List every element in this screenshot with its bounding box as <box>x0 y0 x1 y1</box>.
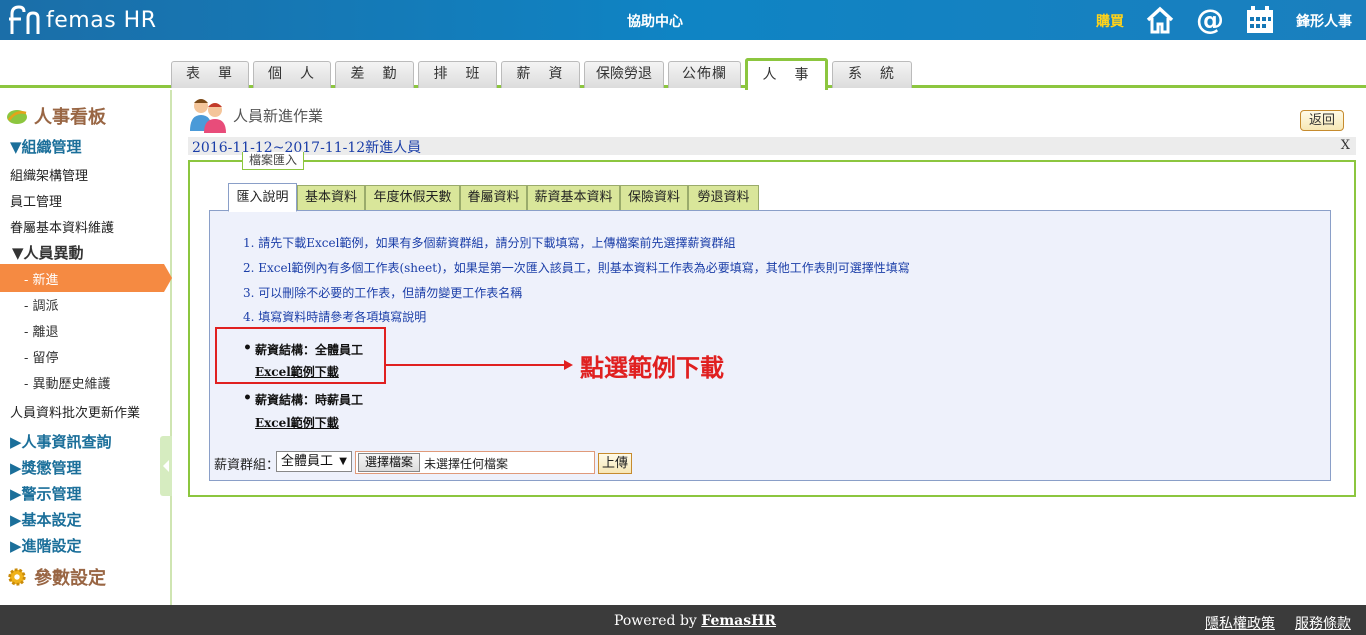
sidebar-item-employee-mgmt[interactable]: 員工管理 <box>10 191 62 210</box>
tab-attendance[interactable]: 差 勤 <box>335 61 414 88</box>
tab-insurance[interactable]: 保險勞退 <box>584 61 664 88</box>
annotation-arrow-head <box>564 360 573 370</box>
chevron-down-icon: ▼ <box>339 456 347 467</box>
sidebar-item-batch-update[interactable]: 人員資料批次更新作業 <box>10 402 140 421</box>
annotation-highlight-box <box>215 327 386 384</box>
femas-logo-icon <box>9 5 40 34</box>
sidebar-item-org-mgmt[interactable]: ▼組織管理 <box>10 136 82 157</box>
tab-pension-data[interactable]: 勞退資料 <box>688 185 759 211</box>
tab-family-data[interactable]: 眷屬資料 <box>460 185 527 211</box>
tab-insurance-data[interactable]: 保險資料 <box>620 185 688 211</box>
excel-download-link-hourly[interactable]: Excel範例下載 <box>255 414 339 431</box>
upload-button[interactable]: 上傳 <box>598 453 632 474</box>
tab-forms[interactable]: 表 單 <box>171 61 249 88</box>
tab-annual-leave[interactable]: 年度休假天數 <box>365 185 460 211</box>
file-input-status: 未選擇任何檔案 <box>424 457 509 471</box>
sidebar-param-label: 參數設定 <box>34 568 106 589</box>
sidebar-item-new-hire[interactable]: - 新進 <box>24 269 59 288</box>
calendar-icon[interactable] <box>1245 5 1275 35</box>
help-center-link[interactable]: 協助中心 <box>627 11 683 31</box>
footer: Powered by FemasHR 隱私權政策 服務條款 <box>0 605 1366 635</box>
powered-by: Powered by FemasHR <box>614 613 776 629</box>
instruction-step-2: 2. Excel範例內有多個工作表(sheet)，如果是第一次匯入該員工，則基本… <box>243 261 910 275</box>
date-range-title: 2016-11-12~2017-11-12新進人員 <box>192 140 422 156</box>
tab-scheduling[interactable]: 排 班 <box>418 61 497 88</box>
file-import-legend: 檔案匯入 <box>242 152 305 170</box>
logo-text: femas HR <box>46 7 157 33</box>
page-title: 人員新進作業 <box>233 107 324 125</box>
salary-group-field-label: 薪資群組： <box>214 458 280 473</box>
file-input[interactable]: 選擇檔案 未選擇任何檔案 <box>355 451 595 474</box>
gear-icon <box>8 568 26 586</box>
sidebar-item-history[interactable]: - 異動歷史維護 <box>24 373 111 392</box>
tab-salary-basic[interactable]: 薪資基本資料 <box>527 185 620 211</box>
people-icon <box>190 99 226 133</box>
sidebar-head-label: 人事看板 <box>34 107 106 128</box>
tab-personal[interactable]: 個 人 <box>253 61 331 88</box>
company-name[interactable]: 鋒形人事 <box>1296 11 1352 31</box>
tab-payroll[interactable]: 薪 資 <box>501 61 580 88</box>
tab-import-instructions[interactable]: 匯入說明 <box>228 183 297 212</box>
sidebar-item-hr-query[interactable]: ▶人事資訊查詢 <box>10 431 112 452</box>
at-sign-icon[interactable]: @ <box>1195 5 1225 35</box>
sidebar-item-warning[interactable]: ▶警示管理 <box>10 483 82 504</box>
home-icon[interactable] <box>1145 5 1175 35</box>
top-bar: femas HR 協助中心 購買 @ 鋒形人事 <box>0 0 1366 40</box>
sidebar-item-suspend[interactable]: - 留停 <box>24 347 59 366</box>
sidebar-item-personnel-change[interactable]: ▼人員異動 <box>12 242 84 263</box>
sidebar: 人事看板 ▼組織管理 組織架構管理 員工管理 眷屬基本資料維護 ▼人員異動 - … <box>0 90 172 605</box>
salary-group-select[interactable]: 全體員工 ▼ <box>276 451 352 472</box>
sidebar-item-org-structure[interactable]: 組織架構管理 <box>10 165 88 184</box>
femas-logo[interactable]: femas HR <box>8 4 156 36</box>
terms-link[interactable]: 服務條款 <box>1295 613 1351 633</box>
sidebar-item-family-maint[interactable]: 眷屬基本資料維護 <box>10 217 114 236</box>
privacy-policy-link[interactable]: 隱私權政策 <box>1205 613 1275 633</box>
tab-system[interactable]: 系 統 <box>832 61 912 88</box>
sidebar-collapse-handle[interactable] <box>160 436 172 496</box>
salary-group-hourly-label: 薪資結構：時薪員工 <box>243 390 363 408</box>
powered-by-prefix: Powered by <box>614 613 697 629</box>
sidebar-item-advanced-settings[interactable]: ▶進階設定 <box>10 535 82 556</box>
sidebar-item-transfer[interactable]: - 調派 <box>24 295 59 314</box>
sidebar-item-resign[interactable]: - 離退 <box>24 321 59 340</box>
annotation-arrow-line <box>386 364 566 366</box>
tab-hr[interactable]: 人 事 <box>745 58 828 90</box>
back-button[interactable]: 返回 <box>1300 110 1344 131</box>
buy-link[interactable]: 購買 <box>1096 11 1124 31</box>
leaf-icon <box>7 110 27 124</box>
tab-basic-data[interactable]: 基本資料 <box>297 185 365 211</box>
sidebar-active-arrow <box>164 264 172 292</box>
main-tab-bar: 表 單 個 人 差 勤 排 班 薪 資 保險勞退 公佈欄 人 事 系 統 <box>0 58 1366 90</box>
salary-group-select-value: 全體員工 <box>281 454 334 469</box>
close-icon[interactable]: X <box>1341 138 1350 153</box>
svg-text:@: @ <box>1196 5 1224 35</box>
sidebar-item-basic-settings[interactable]: ▶基本設定 <box>10 509 82 530</box>
tab-bulletin[interactable]: 公佈欄 <box>668 61 741 88</box>
annotation-text: 點選範例下載 <box>580 353 724 382</box>
date-range-bar: 2016-11-12~2017-11-12新進人員 X <box>188 137 1356 156</box>
instruction-step-1: 1. 請先下載Excel範例，如果有多個薪資群組，請分別下載填寫，上傳檔案前先選… <box>243 236 736 250</box>
import-instructions-panel: 1. 請先下載Excel範例，如果有多個薪資群組，請分別下載填寫，上傳檔案前先選… <box>209 210 1331 481</box>
sidebar-item-reward[interactable]: ▶獎懲管理 <box>10 457 82 478</box>
instruction-step-4: 4. 填寫資料時請參考各項填寫說明 <box>243 310 427 324</box>
sidebar-item-param-settings[interactable]: 參數設定 <box>6 564 106 590</box>
femashr-link[interactable]: FemasHR <box>701 613 776 629</box>
sidebar-item-hr-board[interactable]: 人事看板 <box>6 103 106 129</box>
choose-file-button[interactable]: 選擇檔案 <box>358 453 420 472</box>
instruction-step-3: 3. 可以刪除不必要的工作表，但請勿變更工作表名稱 <box>243 286 523 300</box>
